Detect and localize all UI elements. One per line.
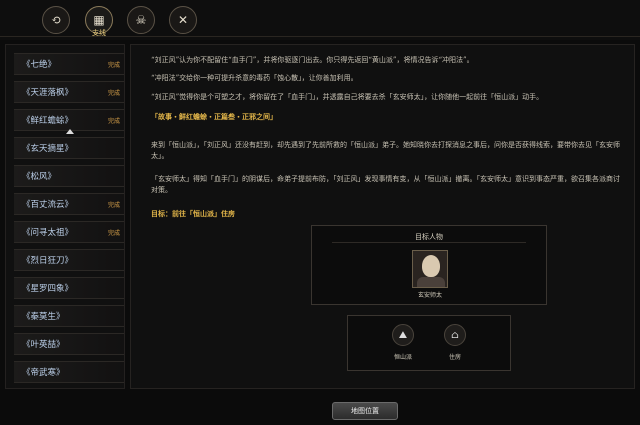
quest-text: 来到「恒山派」，「刘正风」还没有赶到，却先遇到了先前所救的「恒山派」弟子。她知晓… [151,141,620,160]
completed-badge: 完成 [107,202,120,209]
quest-text: 「玄安师太」得知「血手门」的阴谋后，命弟子提前布防，「刘正风」发现事情有变，从「… [151,175,620,194]
quest-item[interactable]: 《秦莫生》 [14,305,124,327]
completed-badge: 完成 [107,90,120,97]
npc-face [422,255,440,277]
location-label: 恒山派 [393,354,412,361]
quest-item[interactable]: 《问寻太祖》 完成 [14,221,124,243]
quest-item-label: 《问寻太祖》 [22,228,74,238]
quest-text: “刘正风”觉得你是个可塑之才，将你留在了「血手门」，并透露自己将要去杀「玄安师太… [151,93,544,101]
goal-label: 目标： [151,209,172,218]
quest-item[interactable]: 《叶英喆》 [14,333,124,355]
map-location-button[interactable]: 地图位置 [332,402,398,420]
npc-robe [417,277,445,287]
target-people-title: 目标人物 [415,233,443,241]
target-people-box: 目标人物 玄安师太 [311,225,547,305]
crossed-swords-icon[interactable]: ✕ [169,6,197,34]
quest-item-label: 《星罗四象》 [22,284,74,294]
mountain-sect-icon[interactable]: ⛰ [392,324,414,346]
quest-item-label: 《鲜红蟾蜍》 [22,116,74,126]
quest-text: “冲阳法”交给你一种可提升杀意的毒药「蚀心散」，让你善加利用。 [151,74,358,82]
quest-item-label: 《烈日狂刀》 [22,256,74,266]
chapter-title: 「故事・鲜红蟾蜍・正篇叁・正邪之间」 [151,112,277,121]
quest-item[interactable]: 《玄天摘星》 [14,137,124,159]
target-locations-box: ⛰ 恒山派 ⌂ 住房 [347,315,511,371]
quest-item[interactable]: 《百丈流云》 完成 [14,193,124,215]
quest-text: “刘正风”认为你不配留住“血手门”，并将你驱逐门出去。你只得先返回“黄山派”，将… [151,56,474,64]
quest-item-label: 《帝武寒》 [22,368,65,378]
quest-list: 《七绝》 完成 《天涯落枫》 完成 《鲜红蟾蜍》 完成 《玄天摘星》 《松风》 … [5,44,125,389]
quest-item[interactable]: 《七绝》 完成 [14,53,124,75]
quest-item-selected[interactable]: 《鲜红蟾蜍》 完成 [14,109,124,134]
quest-item-label: 《玄天摘星》 [22,144,74,154]
npc-name: 玄安师太 [417,292,442,299]
quest-item-label: 《百丈流云》 [22,200,74,210]
top-tab-bar: ⟲ ▦ 支线 ☠ ✕ [0,0,640,40]
quest-goal: 目标：前往「恒山派」住房 [151,208,621,220]
completed-badge: 完成 [107,118,120,125]
completed-badge: 完成 [107,230,120,237]
quest-item-label: 《秦莫生》 [22,312,65,322]
npc-portrait[interactable] [412,250,448,288]
quest-item[interactable]: 《天涯落枫》 完成 [14,81,124,103]
quest-icon[interactable]: ⟲ [42,6,70,34]
quest-item[interactable]: 《烈日狂刀》 [14,249,124,271]
quest-detail-panel: “刘正风”认为你不配留住“血手门”，并将你驱逐门出去。你只得先返回“黄山派”，将… [130,44,635,389]
quest-item-label: 《天涯落枫》 [22,88,74,98]
quest-item[interactable]: 《松风》 [14,165,124,187]
location-label: 住房 [448,354,461,361]
title-divider [332,242,526,243]
completed-badge: 完成 [107,62,120,69]
goal-text: 前往「恒山派」住房 [172,209,235,218]
house-icon[interactable]: ⌂ [444,324,466,346]
skull-icon[interactable]: ☠ [127,6,155,34]
quest-item-label: 《七绝》 [22,60,57,70]
quest-item-label: 《松风》 [22,172,57,182]
quest-item[interactable]: 《星罗四象》 [14,277,124,299]
quest-item-label: 《叶英喆》 [22,340,65,350]
quest-item[interactable]: 《帝武寒》 [14,361,124,383]
selected-caret-icon [66,129,74,134]
tab-side-quest-label: 支线 [92,29,106,37]
